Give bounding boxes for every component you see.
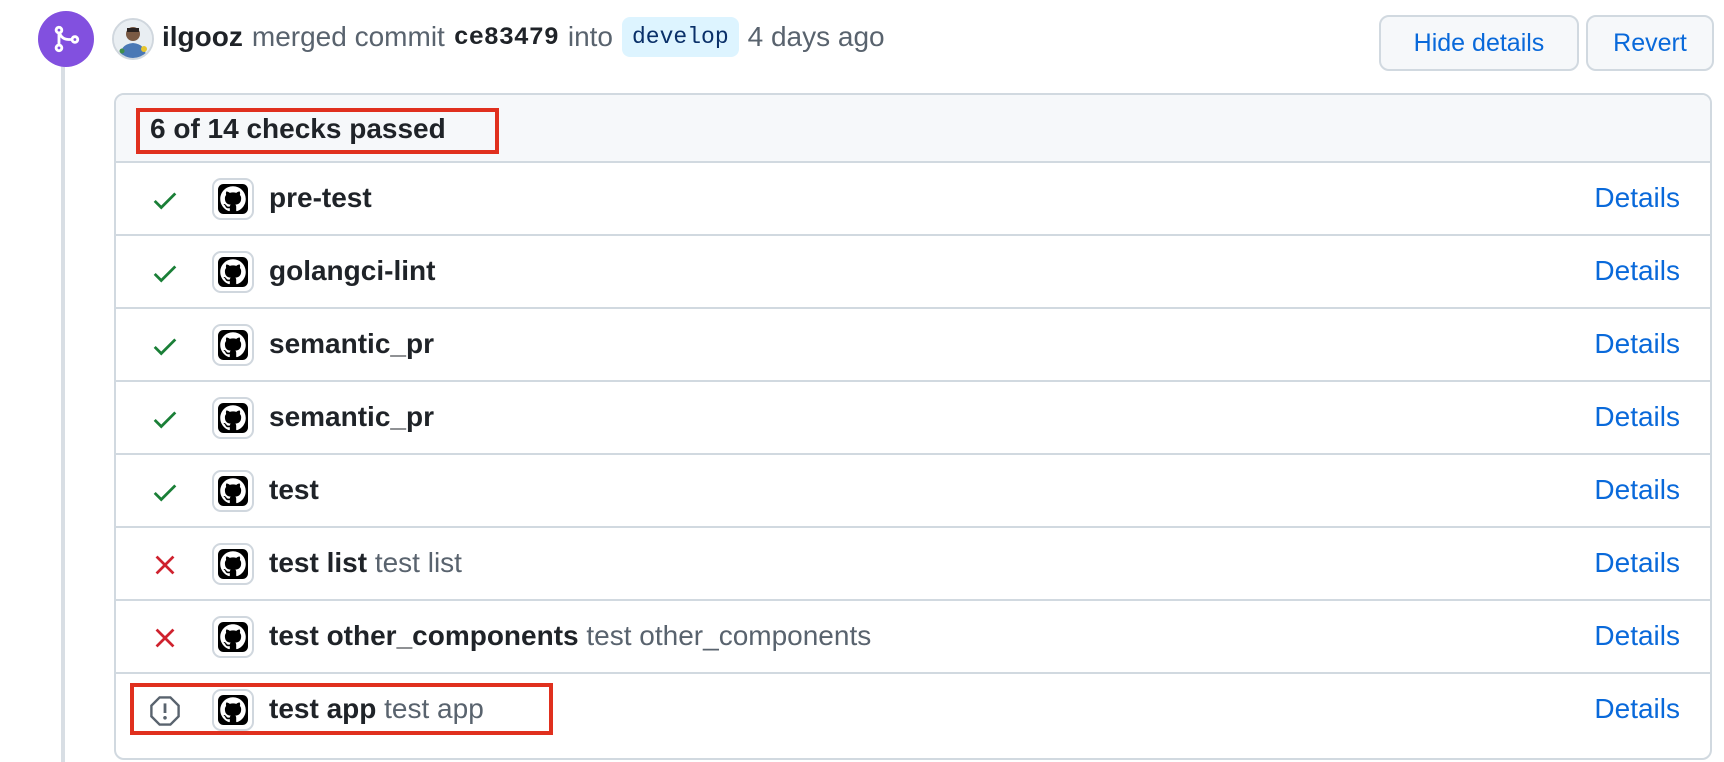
event-header: ilgooz merged commit ce83479 into develo… [162,14,885,60]
details-link[interactable]: Details [1594,328,1680,360]
details-link[interactable]: Details [1594,182,1680,214]
check-description: test list [374,547,462,578]
author-link[interactable]: ilgooz [162,21,243,53]
check-icon [148,256,182,290]
details-link[interactable]: Details [1594,255,1680,287]
check-name: semantic_pr [269,401,434,433]
check-icon [148,475,182,509]
x-icon [148,548,182,582]
check-row: test list test list Details [116,528,1710,601]
check-row: pre-test Details [116,163,1710,236]
checks-panel: 6 of 14 checks passed pre-test Details gol… [114,93,1712,760]
timeline-line [61,60,65,762]
check-title: test [269,474,319,505]
timestamp[interactable]: 4 days ago [748,21,885,53]
github-logo-icon[interactable] [212,324,254,366]
github-logo-icon[interactable] [212,397,254,439]
revert-button[interactable]: Revert [1586,15,1714,71]
check-row: test Details [116,455,1710,528]
check-title: semantic_pr [269,401,434,432]
details-link[interactable]: Details [1594,620,1680,652]
check-name: test [269,474,319,506]
details-link[interactable]: Details [1594,474,1680,506]
check-title: test list [269,547,368,578]
github-logo-icon[interactable] [212,178,254,220]
into-text: into [567,21,613,52]
check-title: pre-test [269,182,372,213]
check-icon [148,402,182,436]
x-icon [148,621,182,655]
check-name: test list test list [269,547,462,579]
checks-summary: 6 of 14 checks passed [116,95,1710,163]
check-title: semantic_pr [269,328,434,359]
avatar[interactable] [112,18,154,60]
check-title: golangci-lint [269,255,436,286]
github-logo-icon[interactable] [212,251,254,293]
details-link[interactable]: Details [1594,401,1680,433]
check-description: test other_components [586,620,872,651]
check-name: pre-test [269,182,372,214]
check-row: test other_components test other_compone… [116,601,1710,674]
hide-details-button[interactable]: Hide details [1379,15,1579,71]
github-logo-icon[interactable] [212,616,254,658]
github-logo-icon[interactable] [212,543,254,585]
check-icon [148,329,182,363]
details-link[interactable]: Details [1594,547,1680,579]
merged-event-badge [38,11,94,67]
highlight-box-row [130,683,553,735]
check-row: semantic_pr Details [116,309,1710,382]
check-row: golangci-lint Details [116,236,1710,309]
check-row: semantic_pr Details [116,382,1710,455]
check-row: test app test app Details [116,674,1710,747]
branch-label[interactable]: develop [622,17,739,57]
git-merge-icon [54,25,80,53]
check-name: test other_components test other_compone… [269,620,871,652]
check-name: golangci-lint [269,255,435,287]
action-text: merged commit [251,21,445,52]
highlight-box-summary [136,108,499,154]
commit-sha-link[interactable]: ce83479 [454,23,559,52]
check-name: semantic_pr [269,328,434,360]
check-title: test other_components [269,620,579,651]
github-logo-icon[interactable] [212,470,254,512]
check-icon [148,183,182,217]
details-link[interactable]: Details [1594,693,1680,725]
